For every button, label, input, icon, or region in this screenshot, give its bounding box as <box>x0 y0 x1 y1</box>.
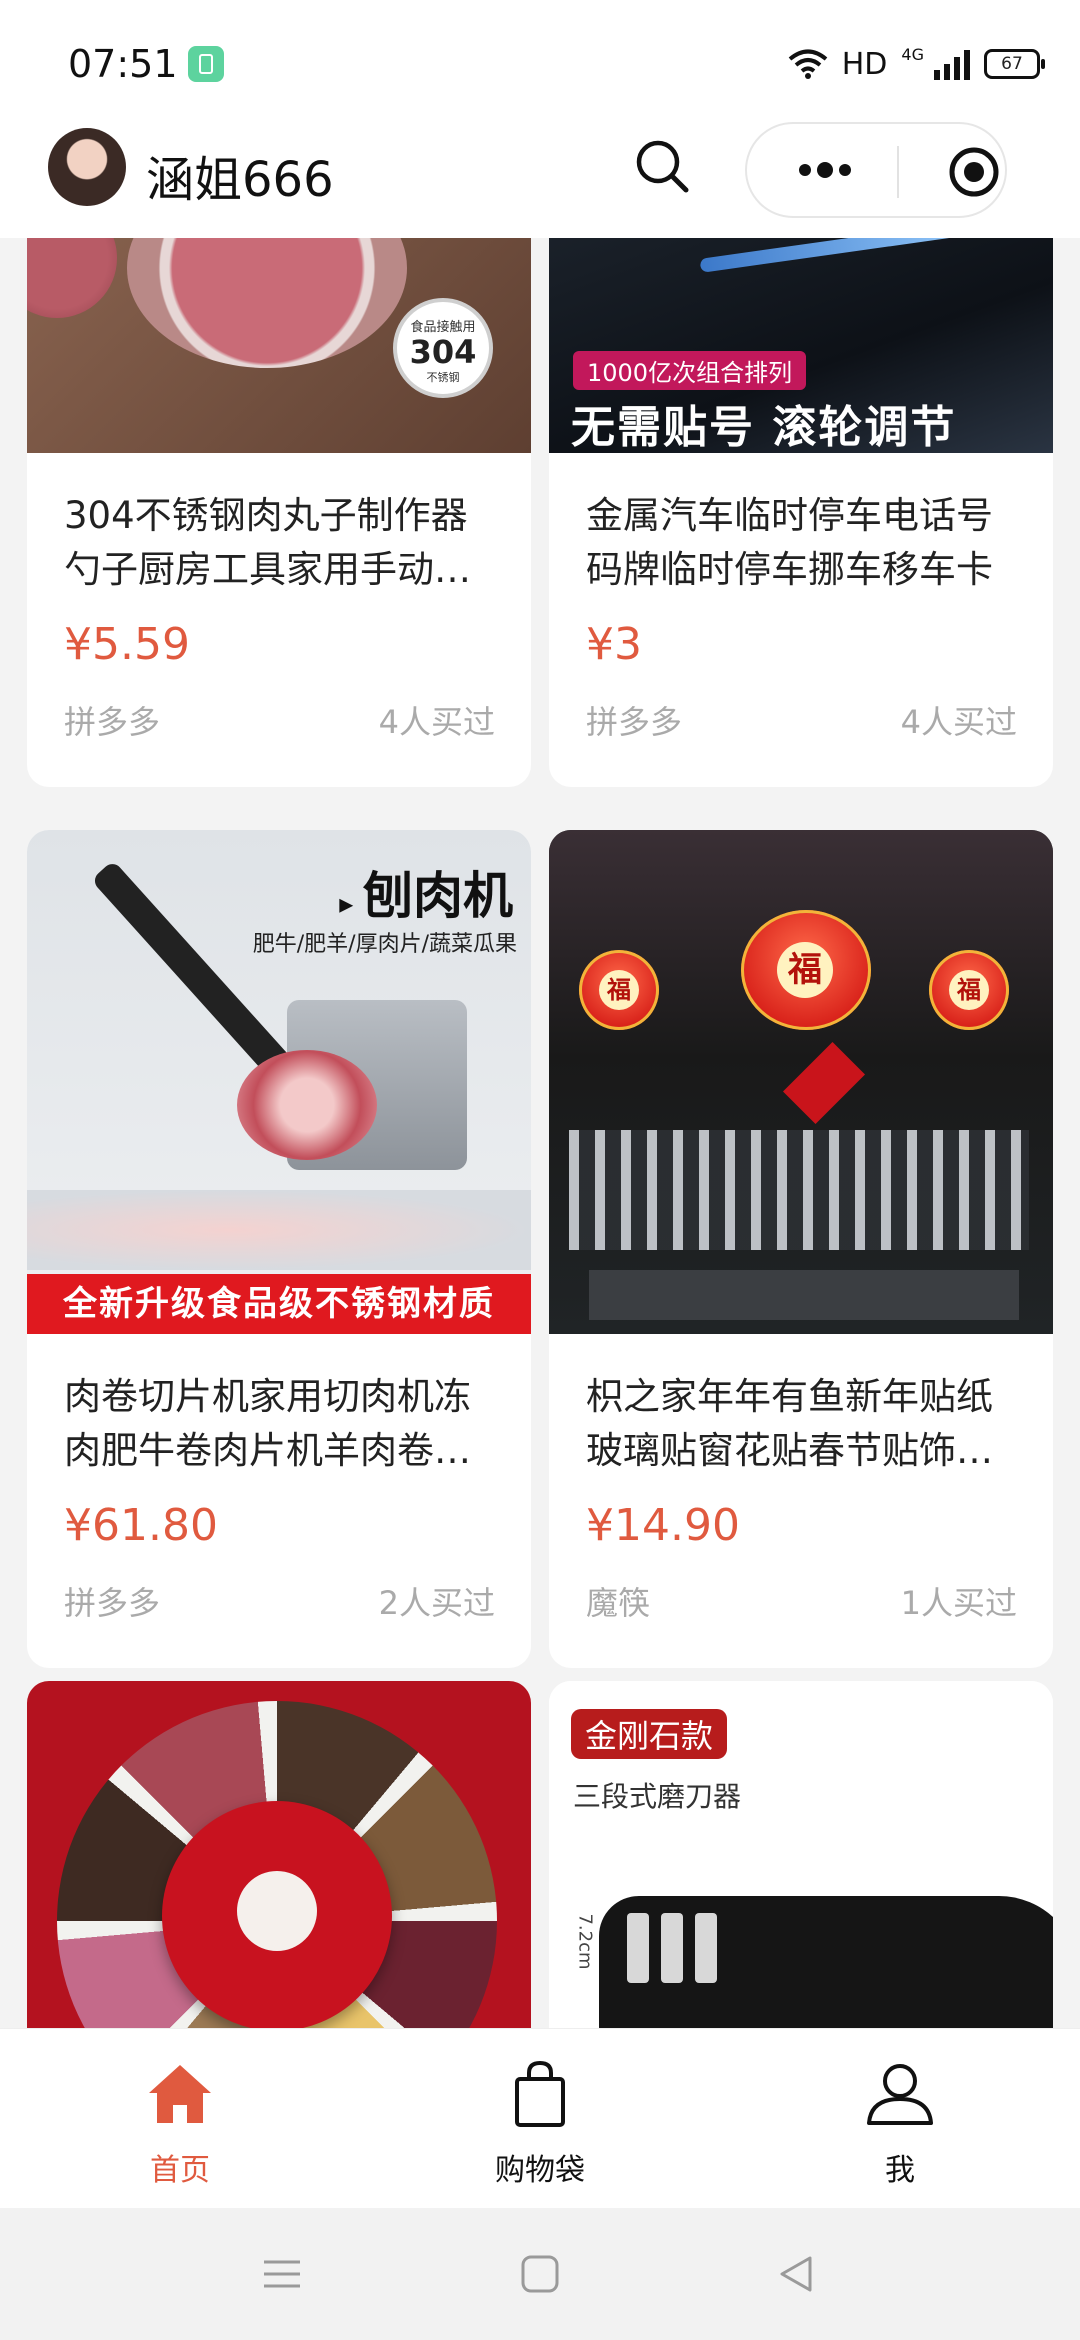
image-subheading: 三段式磨刀器 <box>573 1780 742 1813</box>
product-card[interactable]: 金刚石款 三段式磨刀器 7.2cm <box>549 1681 1053 2028</box>
miniprogram-capsule <box>745 122 1007 218</box>
product-price: ¥14.90 <box>586 1500 740 1551</box>
product-feed: 食品接触用 304 不锈钢 304不锈钢肉丸子制作器勺子厨房工具家用手动挤肉丸神… <box>0 238 1080 2028</box>
capsule-divider <box>897 146 899 198</box>
search-icon[interactable] <box>630 134 696 200</box>
system-nav-bar <box>0 2208 1080 2340</box>
user-icon <box>867 2064 933 2125</box>
shop-name: 拼多多 <box>64 1584 161 1622</box>
app-header: 涵姐666 <box>0 120 1080 238</box>
back-icon[interactable] <box>776 2254 816 2294</box>
badge-bottom-text: 不锈钢 <box>426 371 460 384</box>
product-image: 金刚石款 三段式磨刀器 7.2cm <box>549 1681 1053 2028</box>
tab-label: 购物袋 <box>495 2153 585 2188</box>
product-card[interactable] <box>27 1681 531 2028</box>
product-image <box>27 1681 531 2028</box>
fu-character: 福 <box>949 970 989 1010</box>
menu-icon[interactable] <box>262 2254 302 2294</box>
home-button-icon[interactable] <box>520 2254 560 2294</box>
product-card[interactable]: 刨肉机 肥牛/肥羊/厚肉片/蔬菜瓜果 全新升级食品级不锈钢材质 肉卷切片机家用切… <box>27 830 531 1668</box>
home-icon <box>149 2065 211 2123</box>
bottom-tab-bar: 首页 购物袋 我 <box>0 2028 1080 2209</box>
badge-number: 304 <box>409 333 477 371</box>
tab-label: 首页 <box>150 2153 210 2188</box>
wifi-icon <box>788 49 828 79</box>
sold-count: 1人买过 <box>900 1584 1017 1622</box>
food-grade-badge: 食品接触用 304 不锈钢 <box>393 298 493 398</box>
profile-name[interactable]: 涵姐666 <box>146 140 334 210</box>
product-card[interactable]: 福 福 福 枳之家年年有鱼新年贴纸玻璃贴窗花贴春节贴饰装饰 ¥14.90 魔筷 … <box>549 830 1053 1668</box>
image-slogan: 无需贴号 滚轮调节 <box>571 402 957 453</box>
status-time: 07:51 <box>68 42 178 86</box>
tab-home[interactable]: 首页 <box>80 2059 280 2189</box>
image-subheading: 肥牛/肥羊/厚肉片/蔬菜瓜果 <box>252 932 517 957</box>
image-dimension: 7.2cm <box>574 1913 596 1970</box>
sold-count: 2人买过 <box>378 1584 495 1622</box>
close-target-icon[interactable] <box>948 146 1000 198</box>
product-title: 金属汽车临时停车电话号码牌临时停车挪车移车卡 <box>586 494 993 591</box>
fu-character: 福 <box>777 942 833 998</box>
product-image: 食品接触用 304 不锈钢 <box>27 238 531 453</box>
tab-me[interactable]: 我 <box>800 2059 1000 2189</box>
product-image: 福 福 福 <box>549 830 1053 1334</box>
product-price: ¥61.80 <box>64 1500 218 1551</box>
product-image: 刨肉机 肥牛/肥羊/厚肉片/蔬菜瓜果 全新升级食品级不锈钢材质 <box>27 830 531 1334</box>
shop-name: 魔筷 <box>586 1584 651 1622</box>
tab-shopping-bag[interactable]: 购物袋 <box>440 2059 640 2189</box>
shopping-bag-icon <box>515 2060 565 2127</box>
product-title: 肉卷切片机家用切肉机冻肉肥牛卷肉片机羊肉卷刨肉机 <box>64 1375 471 1472</box>
shop-name: 拼多多 <box>586 703 683 741</box>
battery-icon: 67 <box>984 49 1045 79</box>
product-title: 304不锈钢肉丸子制作器勺子厨房工具家用手动挤肉丸神器 <box>64 494 471 591</box>
more-icon[interactable] <box>795 158 855 182</box>
sold-count: 4人买过 <box>900 703 1017 741</box>
avatar[interactable] <box>48 128 126 206</box>
fu-character: 福 <box>599 970 639 1010</box>
image-banner: 全新升级食品级不锈钢材质 <box>27 1274 531 1334</box>
product-price: ¥5.59 <box>64 619 190 670</box>
signal-icon <box>934 48 970 80</box>
sold-count: 4人买过 <box>378 703 495 741</box>
hd-indicator: HD <box>841 46 888 82</box>
status-bar: 07:51 HD 4G 67 <box>0 0 1080 120</box>
product-price: ¥3 <box>586 619 642 670</box>
image-tag: 金刚石款 <box>571 1709 728 1759</box>
product-card[interactable]: 食品接触用 304 不锈钢 304不锈钢肉丸子制作器勺子厨房工具家用手动挤肉丸神… <box>27 238 531 787</box>
image-heading: 刨肉机 <box>339 856 513 928</box>
product-image: 1000亿次组合排列 无需贴号 滚轮调节 <box>549 238 1053 453</box>
product-card[interactable]: 1000亿次组合排列 无需贴号 滚轮调节 金属汽车临时停车电话号码牌临时停车挪车… <box>549 238 1053 787</box>
shop-name: 拼多多 <box>64 703 161 741</box>
app-notification-icon <box>188 46 224 82</box>
network-type: 4G <box>901 44 924 64</box>
image-pill-text: 1000亿次组合排列 <box>573 351 807 390</box>
battery-level: 67 <box>1001 54 1023 74</box>
tab-label: 我 <box>885 2153 915 2188</box>
product-title: 枳之家年年有鱼新年贴纸玻璃贴窗花贴春节贴饰装饰 <box>586 1375 993 1472</box>
